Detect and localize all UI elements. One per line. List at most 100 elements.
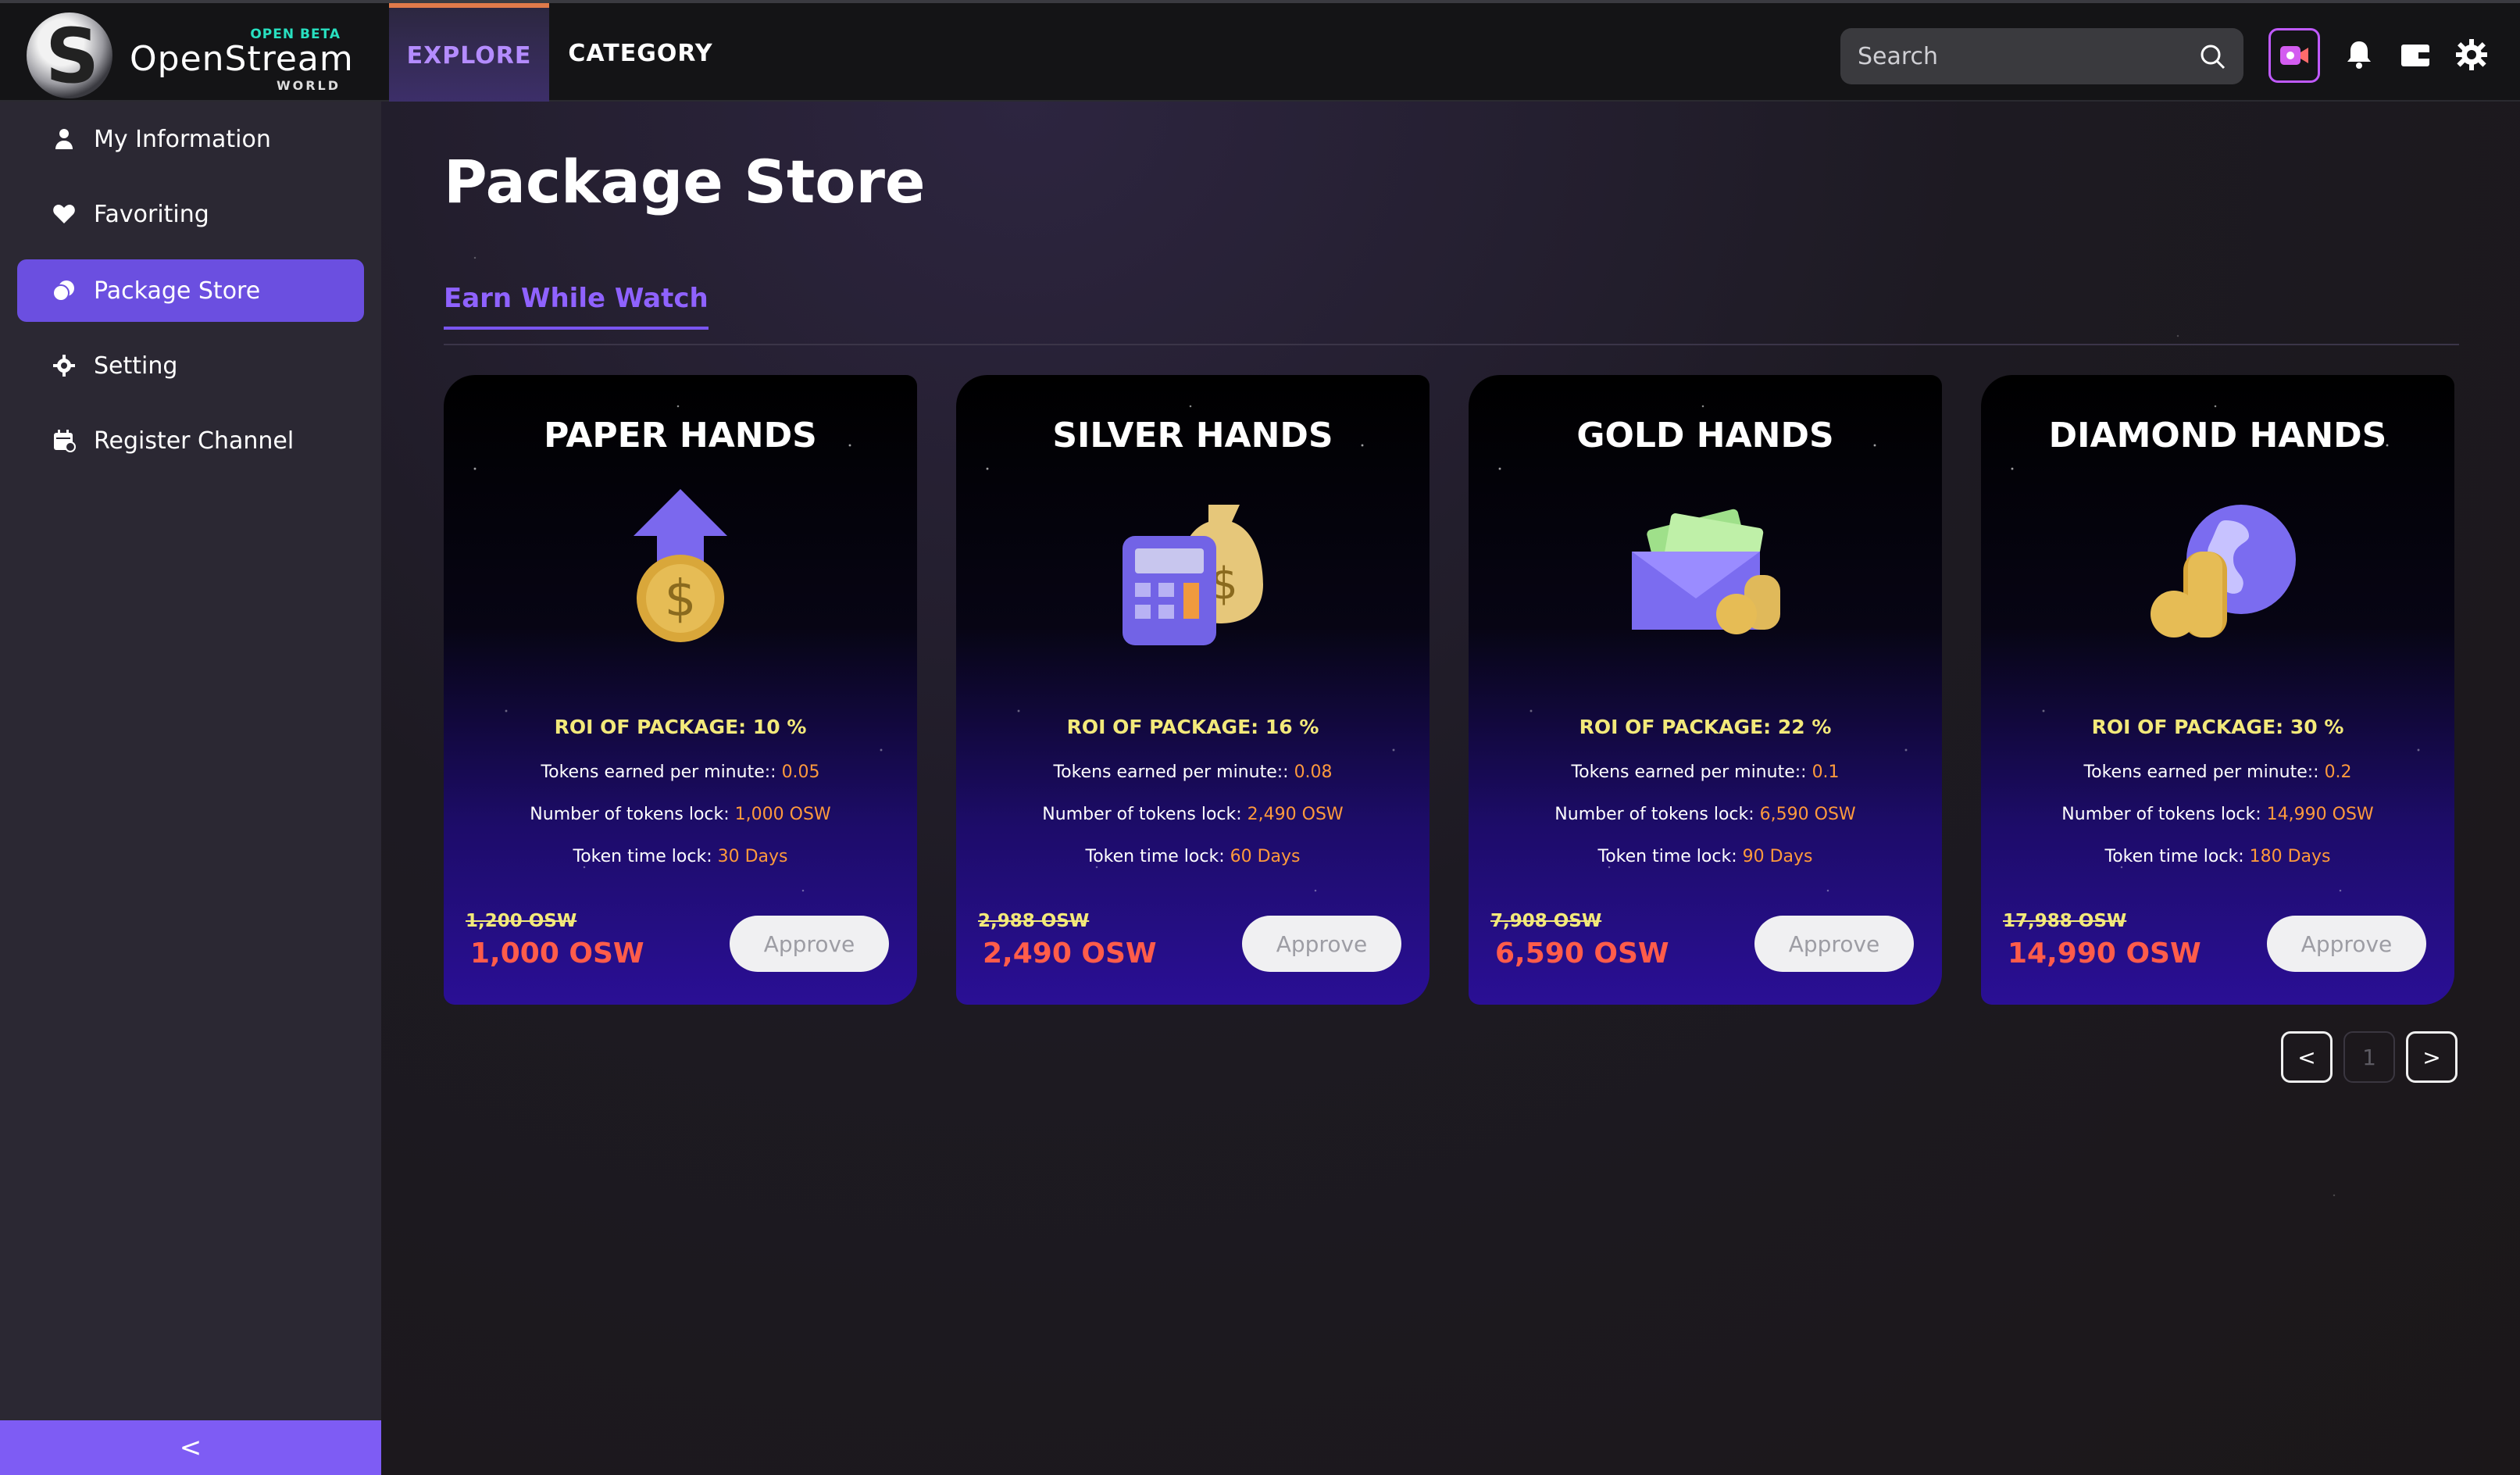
sale-price: 1,000 OSW	[470, 938, 644, 970]
sidebar-item-package-store[interactable]: Package Store	[17, 259, 364, 322]
globe-coins-icon	[2151, 505, 2296, 638]
pagination-next-button[interactable]: >	[2406, 1031, 2458, 1083]
tokens-per-minute-value: 0.08	[1294, 762, 1333, 782]
tokens-lock-value: 1,000 OSW	[734, 805, 831, 824]
notification-button[interactable]	[2336, 31, 2383, 78]
search-input[interactable]	[1858, 42, 2186, 70]
page-title: Package Store	[444, 147, 926, 216]
gear-icon	[2456, 39, 2487, 70]
tokens-lock-value: 14,990 OSW	[2266, 805, 2374, 824]
sale-price: 2,490 OSW	[983, 938, 1157, 970]
roi-text: ROI OF PACKAGE: 16 %	[956, 716, 1430, 738]
sidebar-item-label: Register Channel	[94, 427, 294, 455]
package-title: GOLD HANDS	[1576, 416, 1834, 455]
sidebar-item-label: My Information	[94, 125, 271, 153]
tab-divider	[444, 344, 2459, 345]
pagination-prev-button[interactable]: <	[2281, 1031, 2333, 1083]
sidebar-item-favoriting[interactable]: Favoriting	[17, 183, 364, 245]
tokens-per-minute: Tokens earned per minute:: 0.2	[1981, 762, 2454, 782]
heart-icon	[52, 202, 77, 227]
package-card-silver-hands: SILVER HANDS $ ROI OF PACKAGE: 16 % Toke…	[956, 375, 1430, 1005]
tokens-per-minute-value: 0.05	[781, 762, 820, 782]
sidebar-item-label: Favoriting	[94, 200, 209, 228]
sidebar-item-my-information[interactable]: My Information	[17, 108, 364, 170]
tokens-lock-label: Number of tokens lock:	[1042, 805, 1242, 824]
chevron-left-icon: <	[2297, 1044, 2316, 1070]
tokens-per-minute-value: 0.2	[2324, 762, 2352, 782]
coins-icon	[52, 278, 77, 303]
live-stream-button[interactable]	[2268, 28, 2320, 83]
tokens-per-minute: Tokens earned per minute:: 0.08	[956, 762, 1430, 782]
tokens-per-minute-label: Tokens earned per minute::	[1053, 762, 1289, 782]
package-card-gold-hands: GOLD HANDS ROI OF PACKAGE: 22 % Tokens e…	[1469, 375, 1942, 1005]
package-list: PAPER HANDS $ ROI OF PACKAGE: 10 % Token…	[444, 375, 2459, 1005]
gear-icon	[52, 353, 77, 378]
tokens-per-minute: Tokens earned per minute:: 0.05	[444, 762, 917, 782]
search-icon[interactable]	[2198, 42, 2226, 70]
package-title: SILVER HANDS	[1052, 416, 1333, 455]
roi-label: ROI OF PACKAGE:	[1579, 716, 1772, 738]
package-title: PAPER HANDS	[544, 416, 817, 455]
live-stream-icon	[2280, 46, 2308, 65]
tokens-per-minute: Tokens earned per minute:: 0.1	[1469, 762, 1942, 782]
pagination-page[interactable]: 1	[2343, 1031, 2395, 1083]
settings-button[interactable]	[2448, 31, 2495, 78]
sidebar-item-setting[interactable]: Setting	[17, 334, 364, 397]
approve-button[interactable]: Approve	[1242, 916, 1401, 972]
tokens-lock: Number of tokens lock: 2,490 OSW	[956, 805, 1430, 824]
package-card-diamond-hands: DIAMOND HANDS ROI OF PACKAGE: 30 % Token…	[1981, 375, 2454, 1005]
roi-text: ROI OF PACKAGE: 22 %	[1469, 716, 1942, 738]
tokens-lock-label: Number of tokens lock:	[2061, 805, 2261, 824]
time-lock-value: 60 Days	[1230, 847, 1301, 866]
time-lock: Token time lock: 30 Days	[444, 847, 917, 866]
original-price: 7,908 OSW	[1490, 911, 1602, 931]
search-bar	[1840, 28, 2243, 84]
cash-envelope-coins-icon	[1632, 509, 1780, 634]
sidebar-item-register-channel[interactable]: Register Channel	[17, 409, 364, 472]
roi-text: ROI OF PACKAGE: 10 %	[444, 716, 917, 738]
calculator-money-bag-icon: $	[1123, 505, 1263, 645]
sidebar-item-label: Setting	[94, 352, 178, 380]
time-lock: Token time lock: 90 Days	[1469, 847, 1942, 866]
tokens-lock: Number of tokens lock: 1,000 OSW	[444, 805, 917, 824]
sale-price: 6,590 OSW	[1495, 938, 1669, 970]
tab-explore[interactable]: EXPLORE	[389, 3, 549, 103]
time-lock-value: 90 Days	[1742, 847, 1813, 866]
approve-button[interactable]: Approve	[2267, 916, 2426, 972]
roi-value: 16 %	[1265, 716, 1319, 738]
approve-button[interactable]: Approve	[730, 916, 889, 972]
sidebar-collapse-button[interactable]: <	[0, 1420, 381, 1475]
wallet-button[interactable]	[2392, 31, 2439, 78]
bell-icon	[2347, 41, 2371, 69]
brand-logo[interactable]: OPEN BETA OpenStream WORLD	[27, 11, 355, 100]
tokens-lock: Number of tokens lock: 6,590 OSW	[1469, 805, 1942, 824]
tokens-lock-label: Number of tokens lock:	[530, 805, 730, 824]
approve-button[interactable]: Approve	[1754, 916, 1914, 972]
wallet-icon	[2401, 45, 2429, 66]
original-price: 1,200 OSW	[466, 911, 577, 931]
tokens-per-minute-label: Tokens earned per minute::	[1571, 762, 1807, 782]
sidebar-item-label: Package Store	[94, 277, 261, 305]
top-bar: OPEN BETA OpenStream WORLD EXPLORE CATEG…	[0, 0, 2520, 103]
tab-earn-while-watch[interactable]: Earn While Watch	[444, 283, 709, 330]
roi-value: 22 %	[1777, 716, 1832, 738]
svg-text:$: $	[665, 570, 697, 628]
time-lock-label: Token time lock:	[1085, 847, 1225, 866]
roi-label: ROI OF PACKAGE:	[554, 716, 747, 738]
package-title: DIAMOND HANDS	[2048, 416, 2387, 455]
brand-suffix: WORLD	[276, 78, 341, 93]
chevron-left-icon: <	[179, 1432, 202, 1463]
tokens-lock-value: 6,590 OSW	[1759, 805, 1856, 824]
logo-text: OPEN BETA OpenStream WORLD	[130, 12, 353, 98]
time-lock: Token time lock: 60 Days	[956, 847, 1430, 866]
time-lock-value: 30 Days	[717, 847, 788, 866]
sidebar: My Information Favoriting Package Store …	[0, 102, 381, 1475]
logo-mark-icon	[27, 12, 112, 100]
tokens-lock-label: Number of tokens lock:	[1554, 805, 1754, 824]
roi-text: ROI OF PACKAGE: 30 %	[1981, 716, 2454, 738]
tokens-lock: Number of tokens lock: 14,990 OSW	[1981, 805, 2454, 824]
roi-label: ROI OF PACKAGE:	[1066, 716, 1259, 738]
time-lock-label: Token time lock:	[1597, 847, 1737, 866]
tab-category[interactable]: CATEGORY	[562, 3, 719, 103]
app: OPEN BETA OpenStream WORLD EXPLORE CATEG…	[0, 0, 2520, 1475]
